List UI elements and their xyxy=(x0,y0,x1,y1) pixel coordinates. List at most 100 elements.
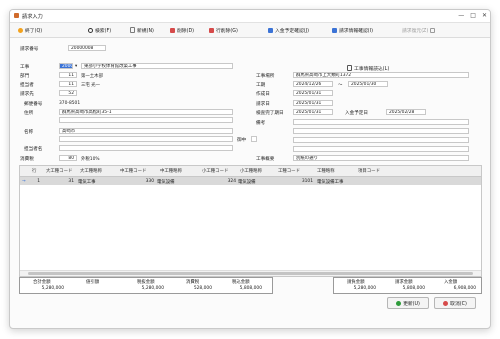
row-delete-icon xyxy=(209,27,214,33)
exit-icon xyxy=(18,27,23,33)
remarks-field-2[interactable] xyxy=(293,128,469,134)
close-button[interactable]: ✕ xyxy=(482,12,487,19)
column-header: 小工種コード xyxy=(202,169,229,174)
new-button[interactable]: 新規(N) xyxy=(130,26,154,34)
document-icon xyxy=(347,65,352,71)
minor-code-cell[interactable]: 324 xyxy=(220,179,236,184)
contract-amount: 5,280,000 xyxy=(353,286,376,291)
payment-schedule-button[interactable]: 入金予定確認(J) xyxy=(268,26,309,34)
project-code-field[interactable]: 2000 xyxy=(59,63,73,69)
client-code-field[interactable]: 52 xyxy=(59,90,77,96)
tax-name: 外税10% xyxy=(81,157,100,162)
row-marker-icon: → xyxy=(22,178,26,184)
horizontal-scrollbar[interactable] xyxy=(20,270,481,276)
total-amount: 5,280,000 xyxy=(41,286,64,291)
column-header: 大工種コード xyxy=(46,169,73,174)
taxincl-amount: 5,808,000 xyxy=(239,286,262,291)
honorific-label: 御中 xyxy=(237,138,247,143)
period-from-field[interactable]: 2024/12/26 xyxy=(293,81,333,87)
dept-code-field[interactable]: 11 xyxy=(59,72,77,78)
detail-grid[interactable]: 行 大工種コード 大工種略称 中工種コード 中工種略称 小工種コード 小工種略称… xyxy=(19,165,482,277)
title-bar: 請求入力 — □ ✕ xyxy=(10,10,490,23)
maximize-button[interactable]: □ xyxy=(470,12,476,19)
site-label: 工事場所 xyxy=(256,74,275,79)
invoice-no-field[interactable]: 20000008 xyxy=(68,45,106,51)
column-header: 工種コード xyxy=(278,169,300,174)
tax-header: 消費税 xyxy=(186,280,200,285)
address-field[interactable]: 群馬県高崎市高松町35-1 xyxy=(59,109,233,115)
invoice-no-label: 請求番号 xyxy=(20,47,39,52)
work-code-cell[interactable]: 3101 xyxy=(295,179,313,184)
address2-field[interactable] xyxy=(59,117,233,123)
totals-right-box: 請負金額 請求金額 入金額 5,280,000 5,808,000 6,908,… xyxy=(333,277,482,294)
column-header: 項目コード xyxy=(358,169,380,174)
remarks-label: 備考 xyxy=(256,121,266,126)
dept-label: 部門 xyxy=(20,74,30,79)
cancel-button[interactable]: 取消(C) xyxy=(434,297,476,309)
created-field[interactable]: 2025/01/31 xyxy=(293,90,333,96)
chevron-down-icon[interactable]: ▾ xyxy=(75,64,77,69)
honorific-field[interactable] xyxy=(251,136,257,142)
staff-name: 三宅 光一 xyxy=(81,83,100,88)
project-info-load-button[interactable]: 工事情報読込(L) xyxy=(347,64,389,72)
name2-field[interactable] xyxy=(59,136,233,142)
staff-label: 担当者 xyxy=(20,83,34,88)
pretax-header: 税抜金額 xyxy=(137,280,155,285)
search-icon xyxy=(88,27,93,33)
mid-code-cell[interactable]: 330 xyxy=(138,179,154,184)
app-icon xyxy=(14,13,19,18)
cancel-icon xyxy=(443,300,449,306)
work-name-cell[interactable]: 電気設備工事 xyxy=(317,179,343,185)
remarks-field-1[interactable] xyxy=(293,119,469,125)
update-button[interactable]: 更新(U) xyxy=(387,297,429,309)
remarks-field-3[interactable] xyxy=(293,137,469,143)
tax-label: 消費税 xyxy=(20,157,34,162)
invoice-info-icon xyxy=(332,27,337,33)
restore-icon xyxy=(430,27,436,33)
project-name-field[interactable]: 東部小学校体育館改築工事 xyxy=(81,63,233,69)
summary-field[interactable]: 別紙の通り xyxy=(293,155,469,161)
invoice-date-field[interactable]: 2025/01/31 xyxy=(293,100,333,106)
major-code-cell[interactable]: 31 xyxy=(58,179,74,184)
contact-field[interactable] xyxy=(59,145,233,151)
period-to-field[interactable]: 2025/01/30 xyxy=(348,81,388,87)
grid-header: 行 大工種コード 大工種略称 中工種コード 中工種略称 小工種コード 小工種略称… xyxy=(20,166,481,177)
inspection-field[interactable]: 2025/01/31 xyxy=(293,109,333,115)
minimize-button[interactable]: — xyxy=(458,12,464,19)
window-title: 請求入力 xyxy=(22,14,43,20)
contact-label: 担当者名 xyxy=(24,147,43,152)
site-field[interactable]: 群馬県高崎市上大類町1372 xyxy=(293,72,469,78)
summary-label: 工事概要 xyxy=(256,157,275,162)
major-name-cell[interactable]: 電気工事 xyxy=(78,179,96,185)
pretax-amount: 5,280,000 xyxy=(141,286,164,291)
invoice-info-button[interactable]: 請求情報確認(I) xyxy=(332,26,373,34)
created-label: 作成日 xyxy=(256,92,270,97)
exit-button[interactable]: 終了(Q) xyxy=(18,26,42,34)
staff-code-field[interactable]: 11 xyxy=(59,81,77,87)
column-header: 大工種略称 xyxy=(80,169,102,174)
postal-label: 郵便番号 xyxy=(24,102,43,107)
check-icon xyxy=(396,300,402,306)
delete-button[interactable]: 削除(D) xyxy=(170,26,194,34)
new-doc-icon xyxy=(130,27,135,33)
column-header: 中工種コード xyxy=(120,169,147,174)
discount-header: 値引額 xyxy=(86,280,100,285)
received-amount: 6,908,000 xyxy=(453,286,476,291)
scrollbar-thumb[interactable] xyxy=(28,272,473,275)
period-label: 工期 xyxy=(256,83,266,88)
row-delete-button[interactable]: 行削除(G) xyxy=(209,26,238,34)
restore-button: 請求復元(Z) xyxy=(402,26,436,34)
payment-due-field[interactable]: 2025/02/28 xyxy=(386,109,426,115)
name-field[interactable]: 高崎市 xyxy=(59,128,233,134)
taxincl-header: 税込金額 xyxy=(232,280,250,285)
invoice-date-label: 請求日 xyxy=(256,102,270,107)
search-button[interactable]: 検索(F) xyxy=(88,26,111,34)
table-row[interactable]: → 1 31 電気工事 330 電気設備 324 電気設備 3101 電気設備工… xyxy=(20,177,481,185)
tax-amount: 528,000 xyxy=(193,286,212,291)
tax-code-field[interactable]: 80 xyxy=(59,155,77,161)
remarks-field-4[interactable] xyxy=(293,146,469,152)
invoice-entry-window: 請求入力 — □ ✕ 終了(Q) 検索(F) 新規(N) 削除(D) 行削除(G… xyxy=(9,9,491,329)
minor-name-cell[interactable]: 電気設備 xyxy=(238,179,256,185)
total-header: 合計金額 xyxy=(33,280,51,285)
mid-name-cell[interactable]: 電気設備 xyxy=(157,179,175,185)
